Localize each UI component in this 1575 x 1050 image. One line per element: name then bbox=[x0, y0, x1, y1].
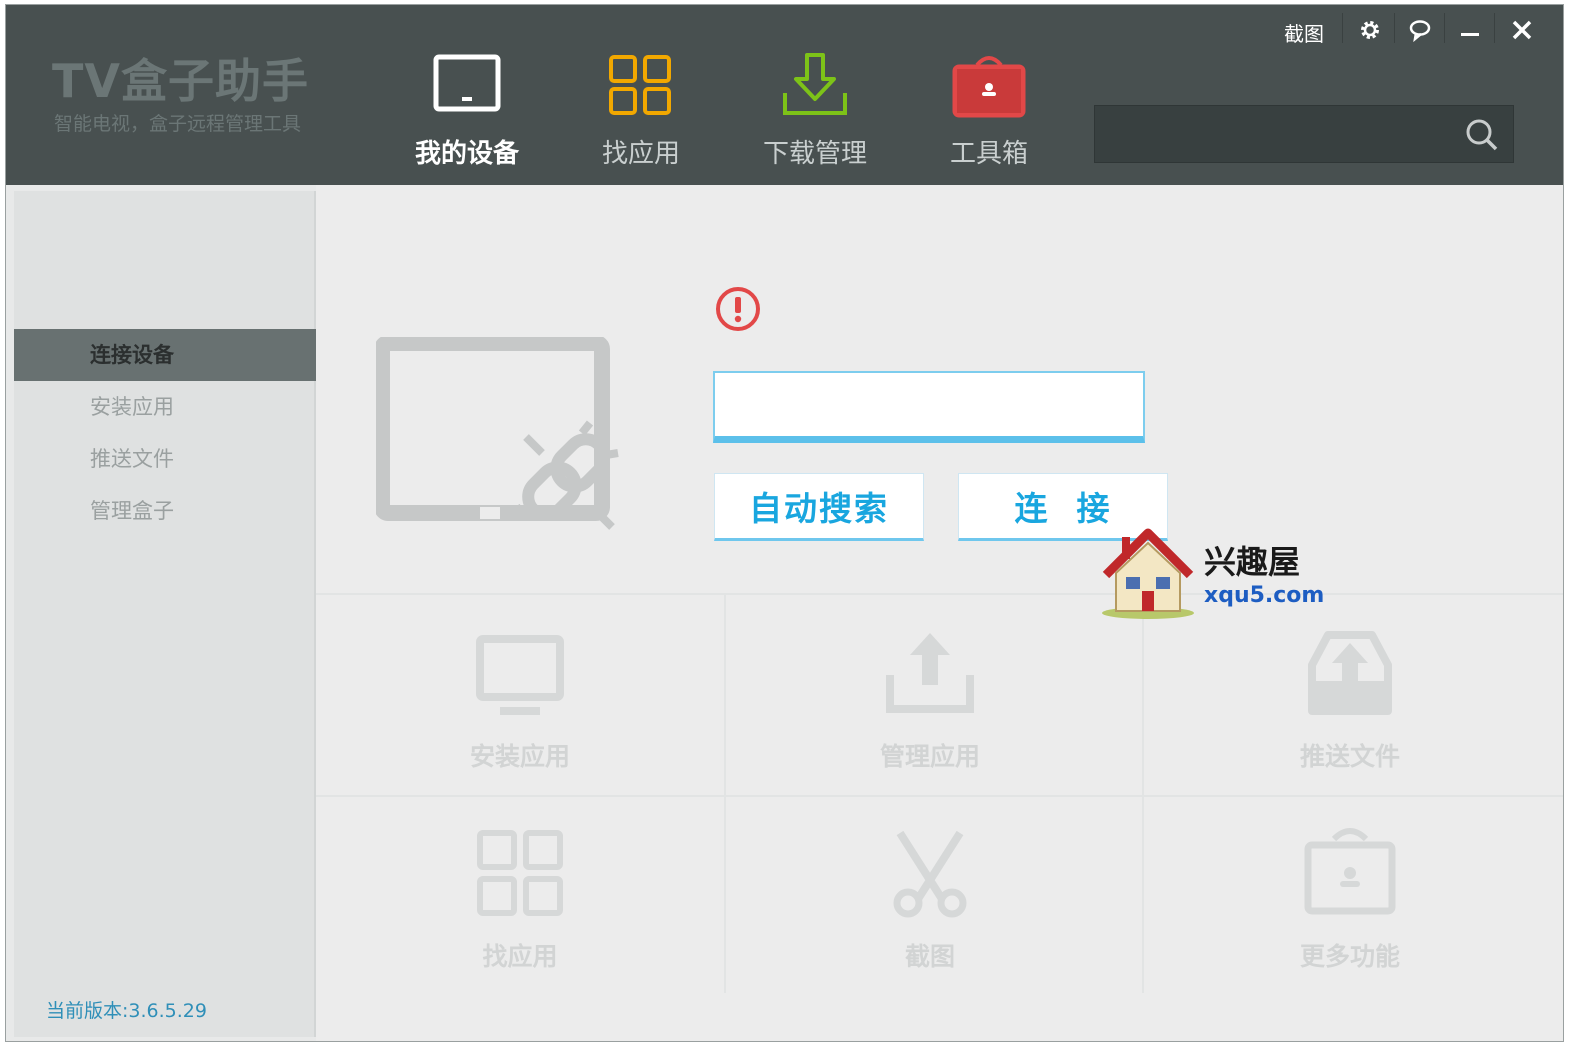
monitor-icon bbox=[392, 53, 542, 119]
tile-find-apps[interactable]: 找应用 bbox=[316, 801, 724, 997]
tile-screenshot[interactable]: 截图 bbox=[726, 801, 1134, 997]
search-icon[interactable] bbox=[1465, 118, 1499, 156]
version-info: 当前版本:3.6.5.29 bbox=[46, 996, 207, 1023]
nav-label: 我的设备 bbox=[414, 139, 519, 169]
sidebar: 连接设备 安装应用 推送文件 管理盒子 当前版本:3.6.5.29 bbox=[14, 191, 316, 1037]
separator bbox=[1444, 13, 1445, 43]
sidebar-item-manage-box[interactable]: 管理盒子 bbox=[14, 485, 316, 537]
nav-label: 下载管理 bbox=[762, 139, 867, 169]
minimize-icon bbox=[1459, 19, 1481, 46]
app-logo-title: TV盒子助手 bbox=[52, 54, 309, 108]
tile-label: 推送文件 bbox=[1299, 742, 1400, 771]
inbox-upload-icon bbox=[1146, 629, 1554, 719]
separator bbox=[1494, 13, 1495, 43]
feature-grid: 安装应用 管理应用 推送文件 找应用 截图 更多功能 bbox=[316, 593, 1563, 993]
tile-label: 找应用 bbox=[482, 942, 558, 971]
tile-label: 截图 bbox=[904, 942, 955, 971]
scissors-icon bbox=[726, 829, 1134, 919]
toolbox-icon bbox=[914, 53, 1064, 119]
close-icon bbox=[1511, 19, 1533, 46]
monitor-icon bbox=[316, 633, 724, 723]
chat-bubble-icon bbox=[1408, 18, 1432, 47]
main-content: 自动搜索 连 接 安装应用 管理应用 推送文件 找应用 截图 更多功能 bbox=[316, 185, 1563, 1041]
nav-label: 找应用 bbox=[601, 139, 680, 169]
separator bbox=[1394, 13, 1395, 43]
header-bar: TV盒子助手 智能电视，盒子远程管理工具 我的设备 找应用 下载管理 工具箱 截… bbox=[6, 5, 1563, 185]
divider bbox=[1142, 593, 1144, 993]
nav-find-apps[interactable]: 找应用 bbox=[566, 53, 716, 175]
tile-label: 安装应用 bbox=[469, 742, 570, 771]
search-input[interactable] bbox=[1109, 116, 1449, 152]
settings-button[interactable] bbox=[1348, 15, 1392, 49]
device-ip-input[interactable] bbox=[713, 371, 1145, 443]
gear-icon bbox=[1358, 18, 1382, 47]
tile-install-apps[interactable]: 安装应用 bbox=[316, 599, 724, 795]
close-button[interactable] bbox=[1500, 15, 1544, 49]
screenshot-button[interactable]: 截图 bbox=[1278, 15, 1330, 49]
tile-label: 更多功能 bbox=[1299, 942, 1400, 971]
sidebar-item-push-files[interactable]: 推送文件 bbox=[14, 433, 316, 485]
download-icon bbox=[740, 53, 890, 119]
app-window: TV盒子助手 智能电视，盒子远程管理工具 我的设备 找应用 下载管理 工具箱 截… bbox=[5, 4, 1564, 1042]
auto-search-button[interactable]: 自动搜索 bbox=[714, 473, 924, 541]
toolbox-icon bbox=[1146, 827, 1554, 917]
grid-icon bbox=[566, 53, 716, 119]
version-value: 3.6.5.29 bbox=[128, 1000, 207, 1022]
nav-toolbox[interactable]: 工具箱 bbox=[914, 53, 1064, 175]
watermark-text-cn: 兴趣屋 bbox=[1204, 543, 1301, 581]
search-box bbox=[1094, 105, 1514, 163]
separator bbox=[1342, 13, 1343, 43]
feedback-button[interactable] bbox=[1398, 15, 1442, 49]
tile-push-files[interactable]: 推送文件 bbox=[1146, 599, 1554, 795]
watermark: 兴趣屋 xqu5.com bbox=[1098, 525, 1338, 625]
house-logo-icon bbox=[1098, 525, 1198, 625]
exclamation-circle-icon bbox=[714, 285, 762, 337]
tile-manage-apps[interactable]: 管理应用 bbox=[726, 599, 1134, 795]
watermark-text-en: xqu5.com bbox=[1204, 583, 1325, 608]
nav-download-manager[interactable]: 下载管理 bbox=[740, 53, 890, 175]
nav-my-devices[interactable]: 我的设备 bbox=[392, 53, 542, 175]
nav-label: 工具箱 bbox=[949, 139, 1028, 169]
tile-more-features[interactable]: 更多功能 bbox=[1146, 801, 1554, 997]
tile-label: 管理应用 bbox=[879, 742, 980, 771]
upload-icon bbox=[726, 629, 1134, 719]
sidebar-item-connect-device[interactable]: 连接设备 bbox=[14, 329, 316, 381]
grid-icon bbox=[316, 829, 724, 919]
minimize-button[interactable] bbox=[1448, 15, 1492, 49]
divider bbox=[316, 593, 1563, 595]
sidebar-item-install-apps[interactable]: 安装应用 bbox=[14, 381, 316, 433]
version-label: 当前版本: bbox=[46, 1000, 129, 1022]
divider bbox=[316, 795, 1563, 797]
disconnected-device-icon bbox=[374, 335, 656, 571]
app-logo-subtitle: 智能电视，盒子远程管理工具 bbox=[54, 113, 302, 135]
